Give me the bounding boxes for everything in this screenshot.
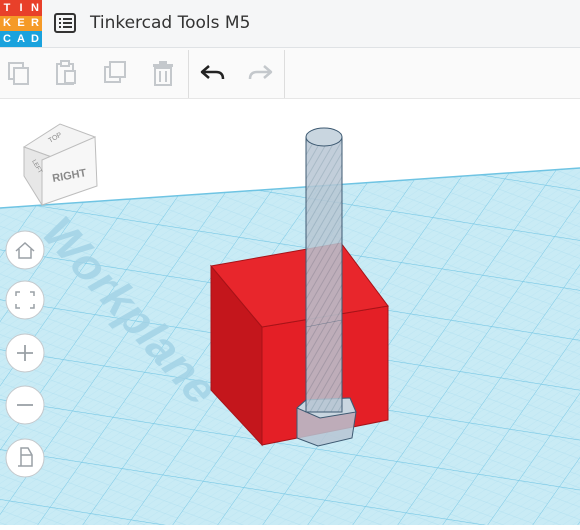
redo-button[interactable] <box>245 58 275 88</box>
scene: Workplane TOP LEFT RIGHT <box>0 123 580 525</box>
delete-icon <box>153 61 173 86</box>
logo-letter: D <box>28 31 42 47</box>
logo-letter: T <box>0 0 14 16</box>
logo-letter: I <box>14 0 28 16</box>
fit-view-button[interactable] <box>5 280 45 320</box>
logo-letter: A <box>14 31 28 47</box>
hole-rod-top <box>305 127 343 147</box>
logo-letter: N <box>28 0 42 16</box>
duplicate-icon <box>104 61 126 83</box>
perspective-button[interactable] <box>5 438 45 478</box>
delete-button[interactable] <box>148 58 178 88</box>
logo-letter: K <box>0 15 14 32</box>
paste-icon <box>56 60 76 85</box>
copy-button[interactable] <box>4 58 34 88</box>
zoom-in-button[interactable] <box>5 333 45 373</box>
logo-letter: R <box>28 15 42 32</box>
toolbar-divider <box>284 50 285 98</box>
design-menu-button[interactable] <box>53 12 77 34</box>
list-icon <box>54 13 76 33</box>
design-title[interactable]: Tinkercad Tools M5 <box>90 13 250 33</box>
toolbar-divider <box>188 50 189 98</box>
zoom-out-button[interactable] <box>5 385 45 425</box>
3d-viewport[interactable]: Workplane TOP LEFT RIGHT <box>0 99 580 525</box>
tinkercad-logo[interactable]: T I N K E R C A D <box>0 0 42 47</box>
edit-toolbar <box>0 48 580 99</box>
redo-icon <box>248 65 273 80</box>
logo-letter: E <box>14 15 28 32</box>
hole-rod[interactable] <box>305 136 343 413</box>
duplicate-button[interactable] <box>101 58 131 88</box>
undo-button[interactable] <box>198 58 228 88</box>
view-cube[interactable]: TOP LEFT RIGHT <box>22 123 98 207</box>
copy-icon <box>8 62 29 85</box>
top-bar: T I N K E R C A D Tinkercad Tools M5 <box>0 0 580 48</box>
paste-button[interactable] <box>51 58 81 88</box>
logo-letter: C <box>0 31 14 47</box>
home-view-button[interactable] <box>5 230 45 270</box>
undo-icon <box>200 65 225 80</box>
